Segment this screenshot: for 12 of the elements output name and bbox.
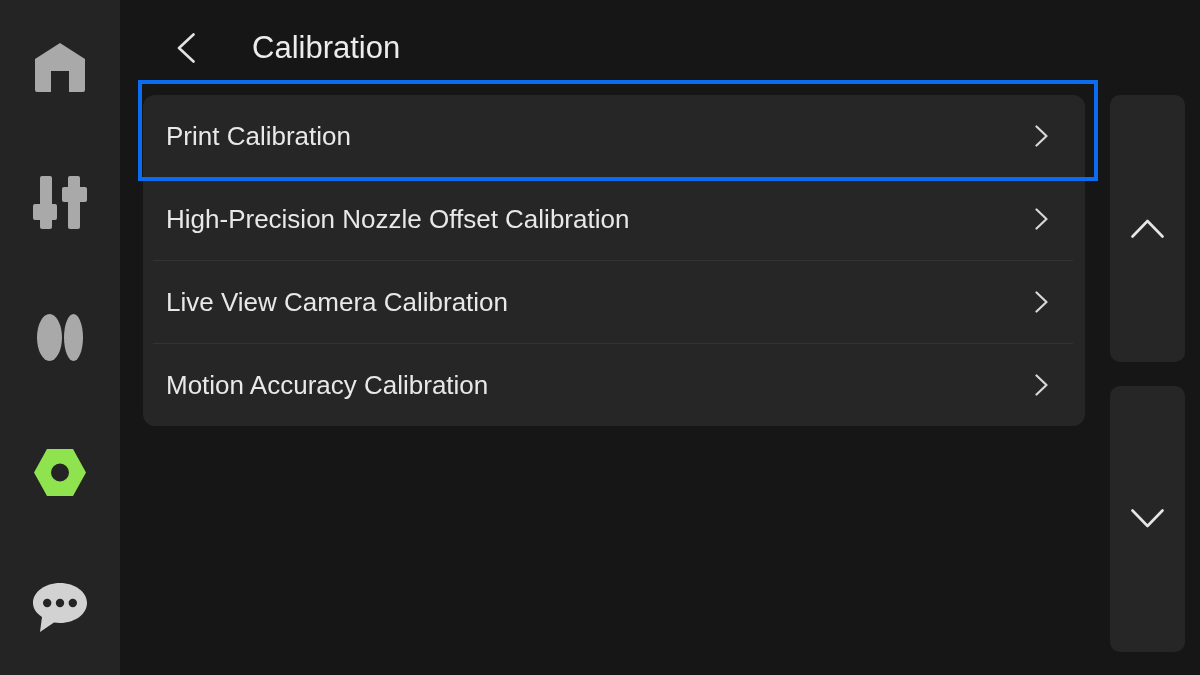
menu-item[interactable]: Motion Accuracy Calibration [143,344,1085,426]
chevron-left-icon [177,32,195,63]
menu-item[interactable]: High-Precision Nozzle Offset Calibration [143,178,1085,260]
chevron-right-icon [1035,125,1048,147]
chevron-right-icon [1035,208,1048,230]
chevron-down-icon [1131,509,1164,529]
menu-item[interactable]: Print Calibration [143,95,1085,177]
chevron-right-icon [1035,374,1048,396]
menu-item[interactable]: Live View Camera Calibration [143,261,1085,343]
page-title: Calibration [252,32,401,63]
chevron-up-icon [1131,218,1164,238]
chevron-right-icon [1035,291,1048,313]
